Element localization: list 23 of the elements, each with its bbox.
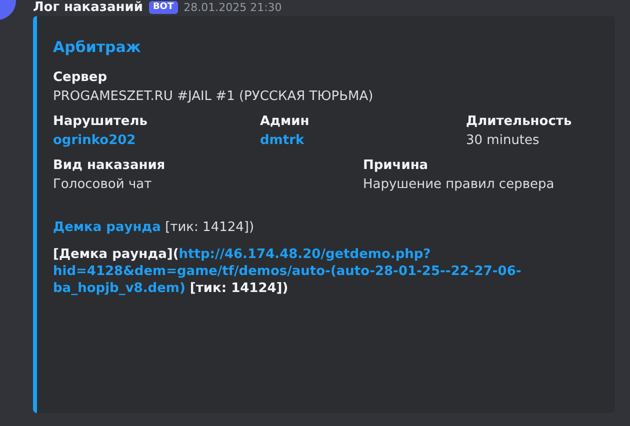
user-link[interactable]: dmtrk xyxy=(260,133,304,148)
bot-badge: BOT xyxy=(148,1,178,14)
demo-link[interactable]: http://46.174.48.20/getdemo.php? xyxy=(178,247,431,262)
description-text: [Демка раунда]( xyxy=(53,247,179,262)
embed-title: Арбитраж xyxy=(53,38,141,56)
field-name: Длительность xyxy=(466,114,572,129)
demo-link[interactable]: Демка раунда xyxy=(53,220,161,235)
field-name: Нарушитель xyxy=(53,114,148,129)
field-name: Сервер xyxy=(53,70,108,85)
field-name: Админ xyxy=(260,114,310,129)
timestamp: 28.01.2025 21:30 xyxy=(184,1,282,14)
field-value: Голосовой чат xyxy=(53,177,152,192)
demo-link[interactable]: ba_hopjb_v8.dem) xyxy=(53,281,186,296)
author-name[interactable]: Лог наказаний xyxy=(33,0,143,15)
field-name: Вид наказания xyxy=(53,158,166,173)
description-text: [тик: 14124]) xyxy=(164,220,254,235)
field-value: PROGAMESZET.RU #JAIL #1 (РУССКАЯ ТЮРЬМА) xyxy=(53,89,374,104)
user-link[interactable]: ogrinko202 xyxy=(53,133,136,148)
field-value: Нарушение правил сервера xyxy=(363,177,554,192)
field-value: 30 minutes xyxy=(466,133,540,148)
field-name: Причина xyxy=(363,158,428,173)
description-text: [тик: 14124]) xyxy=(188,281,288,296)
demo-link[interactable]: hid=4128&dem=game/tf/demos/auto-(auto-28-01-25--22-27-06- xyxy=(53,264,522,279)
